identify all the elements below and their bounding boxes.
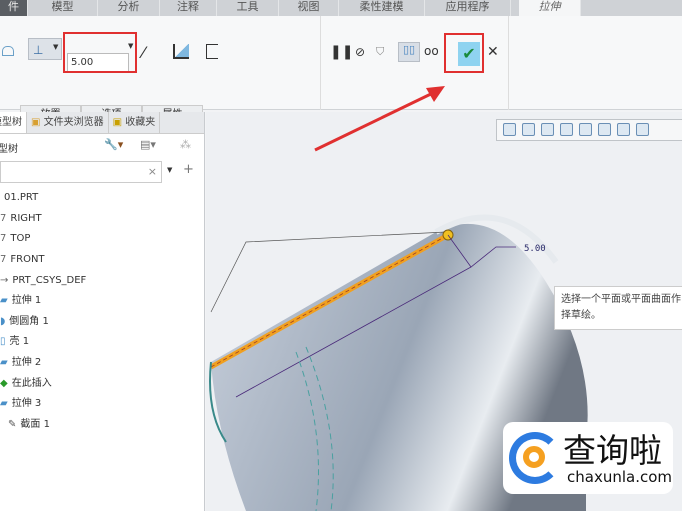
- pause-icon[interactable]: ❚❚: [330, 44, 353, 60]
- extrude-icon: ▰: [0, 357, 8, 369]
- add-icon[interactable]: +: [183, 162, 194, 177]
- tab-analysis[interactable]: 分析: [98, 0, 160, 16]
- tab-file[interactable]: 件: [0, 0, 28, 16]
- tree-item-label: 拉伸 1: [11, 295, 42, 307]
- no-preview-icon[interactable]: ⊘: [355, 45, 365, 59]
- tree-item-label: 拉伸 2: [11, 357, 42, 369]
- star-icon: ▣: [112, 117, 123, 128]
- model-tree-panel: 模型树 ▣ 文件夹浏览器 ▣ 收藏夹 模型树 🔧▾ ▤▾ ⁂ × ▼ + 01.…: [0, 112, 205, 511]
- tree-item-label: 截面 1: [20, 418, 50, 430]
- settings-icon[interactable]: 🔧▾: [104, 138, 123, 151]
- tree-item[interactable]: ✎ 截面 1: [0, 415, 86, 436]
- extrude-icon: ▰: [0, 398, 8, 410]
- tree-item-label: RIGHT: [10, 212, 42, 224]
- tree-item[interactable]: 7 FRONT: [0, 250, 86, 271]
- tab-view[interactable]: 视图: [279, 0, 339, 16]
- watermark-logo: 查询啦 chaxunla.com: [503, 422, 673, 494]
- depth-dimension-label[interactable]: 5.00: [524, 244, 546, 254]
- tab-folder-browser[interactable]: ▣ 文件夹浏览器: [27, 112, 109, 133]
- cancel-button[interactable]: ✕: [487, 44, 499, 60]
- tree-item[interactable]: 7 TOP: [0, 229, 86, 250]
- panel-header: 模型树: [0, 144, 18, 155]
- tab-model[interactable]: 模型: [28, 0, 98, 16]
- extrude-icon: ▰: [0, 295, 8, 307]
- model-tree: 01.PRT 7 RIGHT 7 TOP 7 FRONT → PRT_CSYS_DEF ▰ 拉伸 1…: [0, 188, 86, 435]
- tree-item[interactable]: → PRT_CSYS_DEF: [0, 270, 86, 291]
- tree-item-label: 倒圆角 1: [9, 315, 49, 327]
- confirm-highlight-box: [444, 33, 484, 73]
- surface-icon[interactable]: [2, 46, 14, 56]
- tree-item[interactable]: ◆ 在此插入: [0, 373, 86, 394]
- show-icon[interactable]: ▤▾: [140, 138, 156, 151]
- tree-item[interactable]: 7 RIGHT: [0, 209, 86, 230]
- depth-type-button[interactable]: ⊥ ▼: [28, 38, 62, 60]
- tree-item-label: 壳 1: [9, 336, 30, 348]
- tab-annotate[interactable]: 注释: [160, 0, 217, 16]
- tree-item-label: TOP: [10, 233, 31, 245]
- filter-icon[interactable]: ⁂: [180, 138, 191, 151]
- tree-item[interactable]: ▯ 壳 1: [0, 332, 86, 353]
- tab-model-tree[interactable]: 模型树: [0, 112, 27, 133]
- datum-plane-icon: 7: [0, 212, 7, 224]
- ribbon-tabs: 件 模型 分析 注释 工具 视图 柔性建模 应用程序 拉伸: [0, 0, 682, 16]
- depth-highlight-box: [63, 32, 137, 73]
- chevron-down-icon: ▼: [53, 43, 59, 51]
- tab-applications[interactable]: 应用程序: [425, 0, 511, 16]
- datum-plane-icon: 7: [0, 254, 7, 266]
- folder-icon: ▣: [31, 117, 41, 128]
- tree-item[interactable]: ▰ 拉伸 3: [0, 394, 86, 415]
- tree-item-label: 拉伸 3: [11, 398, 42, 410]
- datum-plane-icon: 7: [0, 233, 7, 245]
- remove-material-icon[interactable]: [173, 44, 189, 59]
- clear-search-icon[interactable]: ×: [148, 165, 157, 178]
- search-input[interactable]: ×: [0, 161, 162, 183]
- preview-icon[interactable]: ▯▯: [398, 42, 420, 62]
- tree-item-label: PRT_CSYS_DEF: [12, 274, 87, 286]
- sketch-icon: ✎: [8, 418, 17, 430]
- tab-favorites[interactable]: ▣ 收藏夹: [109, 112, 161, 133]
- tree-item-label: 在此插入: [11, 377, 52, 389]
- glasses-icon[interactable]: oo: [424, 44, 439, 58]
- thicken-icon[interactable]: [206, 44, 218, 59]
- verify-icon[interactable]: ⛉: [376, 45, 384, 59]
- flip-direction-icon[interactable]: ⁄: [142, 43, 145, 62]
- tab-flexible-modeling[interactable]: 柔性建模: [339, 0, 425, 16]
- prompt-tooltip: 选择一个平面或平面曲面作 择草绘。: [554, 286, 682, 330]
- blind-depth-icon: ⊥: [33, 43, 44, 57]
- csys-icon: →: [0, 274, 9, 286]
- search-dropdown-icon[interactable]: ▼: [167, 166, 172, 174]
- annotation-arrow: [314, 86, 445, 152]
- tree-item[interactable]: ◗ 倒圆角 1: [0, 312, 86, 333]
- tree-item[interactable]: 01.PRT: [0, 188, 86, 209]
- tab-extrude[interactable]: 拉伸: [519, 0, 581, 16]
- tree-item-label: FRONT: [10, 254, 45, 266]
- tree-item[interactable]: ▰ 拉伸 1: [0, 291, 86, 312]
- round-icon: ◗: [0, 315, 6, 327]
- insert-here-icon: ◆: [0, 377, 8, 389]
- tab-tools[interactable]: 工具: [217, 0, 279, 16]
- tree-item[interactable]: ▰ 拉伸 2: [0, 353, 86, 374]
- tree-item-label: 01.PRT: [4, 192, 39, 204]
- shell-icon: ▯: [0, 336, 6, 348]
